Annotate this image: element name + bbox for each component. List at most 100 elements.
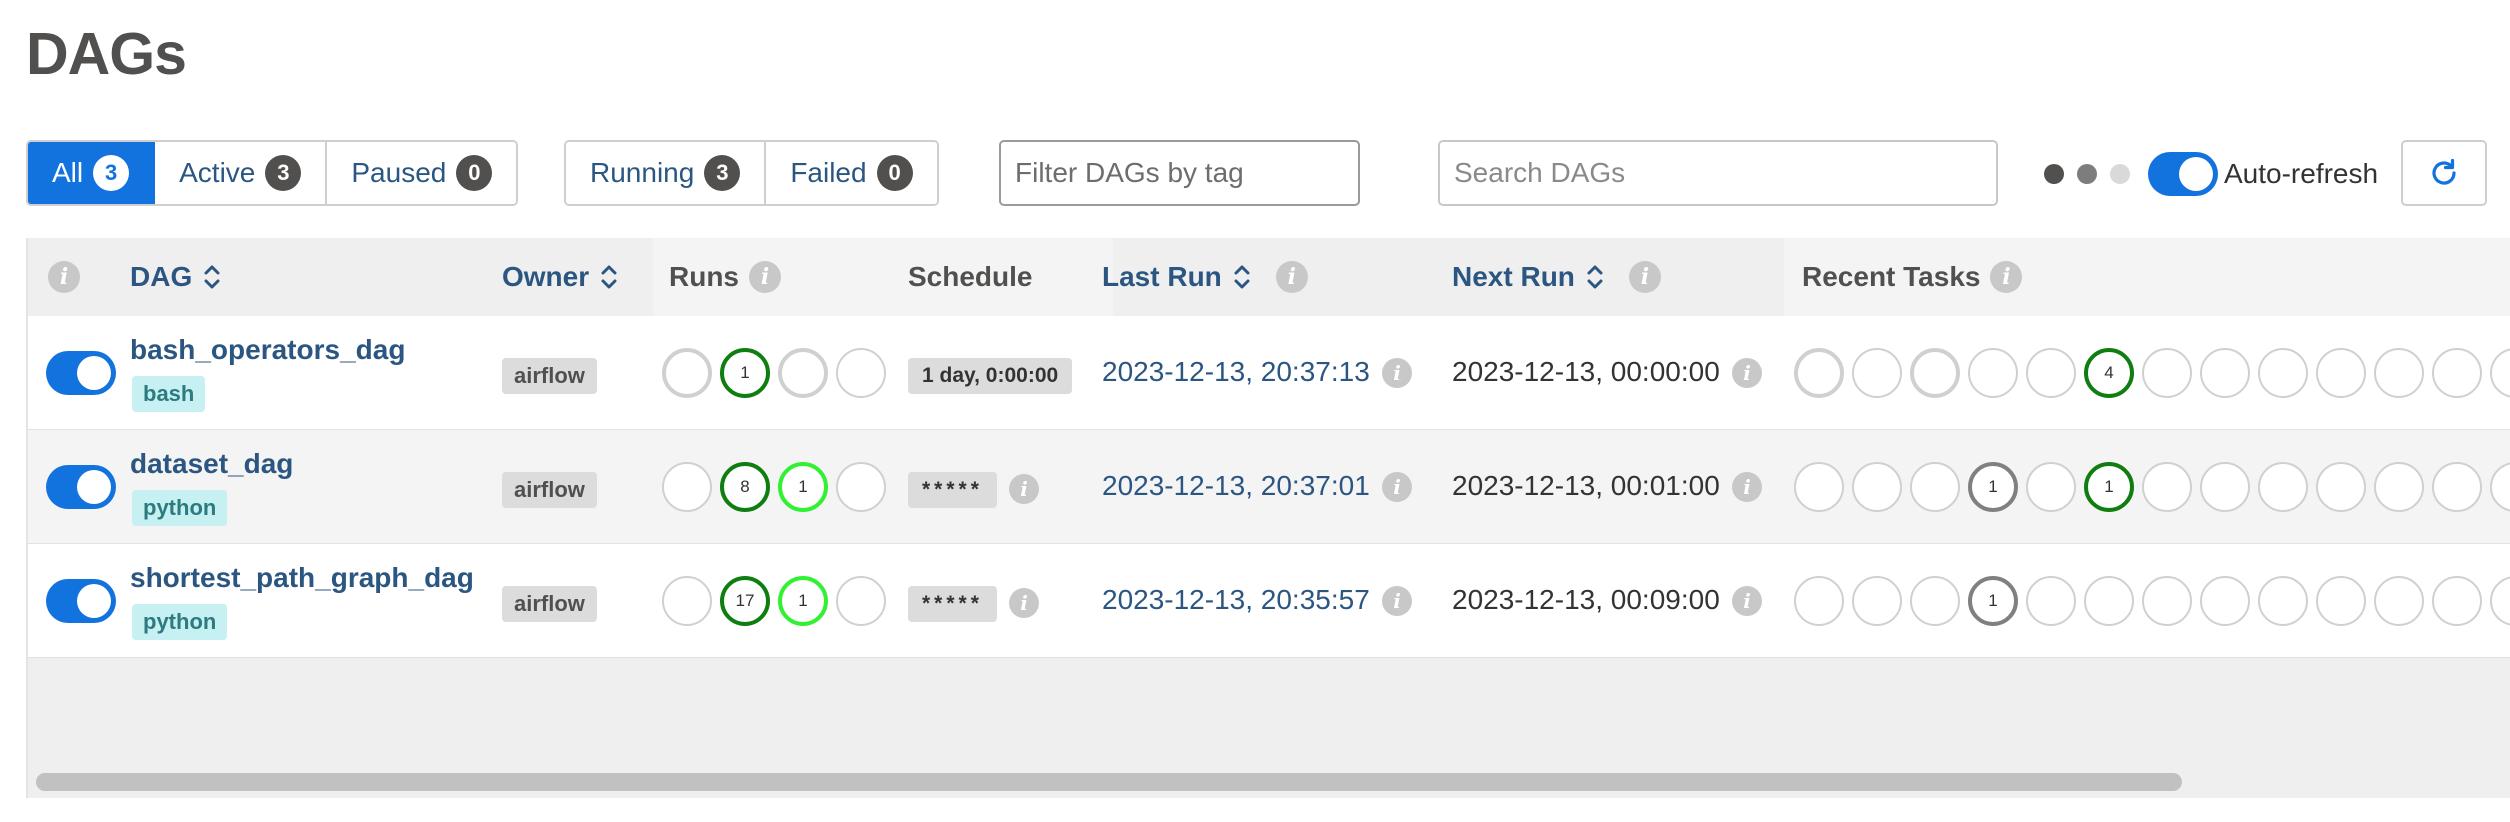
- task-state-circle[interactable]: [2316, 462, 2366, 512]
- task-state-circle[interactable]: [2258, 462, 2308, 512]
- info-icon[interactable]: i: [1275, 261, 1308, 293]
- run-state-circle[interactable]: [778, 348, 828, 398]
- task-state-circle[interactable]: 4: [2084, 348, 2134, 398]
- info-icon[interactable]: i: [1732, 358, 1762, 388]
- task-state-circle[interactable]: 1: [1968, 576, 2018, 626]
- task-state-circle[interactable]: [1794, 348, 1844, 398]
- task-state-circle[interactable]: [2374, 462, 2424, 512]
- info-icon[interactable]: i: [1628, 261, 1661, 293]
- run-state-circle[interactable]: 1: [778, 462, 828, 512]
- run-state-circle[interactable]: [836, 576, 886, 626]
- header-last-run[interactable]: Last Run i: [1102, 238, 1308, 316]
- info-icon[interactable]: i: [1990, 261, 2023, 293]
- auto-refresh-control: Auto-refresh: [2148, 152, 2378, 196]
- info-icon[interactable]: i: [1382, 472, 1412, 502]
- task-state-circle[interactable]: [1852, 576, 1902, 626]
- dag-tag[interactable]: python: [132, 604, 228, 640]
- recent-tasks-circles: 4: [1794, 348, 2510, 398]
- task-state-circle[interactable]: [2142, 576, 2192, 626]
- task-state-circle[interactable]: [1968, 348, 2018, 398]
- task-state-circle[interactable]: [2490, 462, 2510, 512]
- task-state-circle[interactable]: [2374, 576, 2424, 626]
- info-icon[interactable]: i: [1732, 586, 1762, 616]
- task-state-circle[interactable]: [1910, 576, 1960, 626]
- run-state-circle[interactable]: [662, 462, 712, 512]
- task-state-circle[interactable]: [2026, 576, 2076, 626]
- task-state-circle[interactable]: [2200, 576, 2250, 626]
- task-state-circle[interactable]: [2432, 348, 2482, 398]
- filter-failed-button[interactable]: Failed 0: [766, 142, 937, 204]
- recent-tasks-circles: 1 1: [1794, 462, 2510, 512]
- task-state-circle[interactable]: [2374, 348, 2424, 398]
- sort-icon: [204, 265, 220, 289]
- last-run-link[interactable]: 2023-12-13, 20:37:13: [1102, 356, 1370, 388]
- run-state-circle[interactable]: [836, 348, 886, 398]
- run-state-circle[interactable]: 1: [778, 576, 828, 626]
- task-state-circle[interactable]: 1: [1968, 462, 2018, 512]
- task-state-circle[interactable]: [1910, 462, 1960, 512]
- refresh-button[interactable]: [2401, 140, 2487, 206]
- task-state-circle[interactable]: [2258, 348, 2308, 398]
- task-state-circle[interactable]: [2258, 576, 2308, 626]
- task-state-circle[interactable]: [2200, 348, 2250, 398]
- header-dag[interactable]: DAG: [130, 238, 222, 316]
- dag-name-link[interactable]: shortest_path_graph_dag: [130, 562, 474, 594]
- header-owner[interactable]: Owner: [502, 238, 619, 316]
- filter-running-button[interactable]: Running 3: [566, 142, 767, 204]
- dag-name-link[interactable]: bash_operators_dag: [130, 334, 405, 366]
- task-state-circle[interactable]: 1: [2084, 462, 2134, 512]
- task-state-circle[interactable]: [1852, 348, 1902, 398]
- run-state-circle[interactable]: 8: [720, 462, 770, 512]
- info-icon[interactable]: i: [1009, 474, 1039, 504]
- task-state-circle[interactable]: [1910, 348, 1960, 398]
- last-run-link[interactable]: 2023-12-13, 20:35:57: [1102, 584, 1370, 616]
- task-state-circle[interactable]: [2432, 576, 2482, 626]
- dag-tag[interactable]: python: [132, 490, 228, 526]
- filter-running-count: 3: [704, 155, 741, 191]
- task-state-circle[interactable]: [2490, 576, 2510, 626]
- loading-dot: [2044, 164, 2064, 184]
- search-input[interactable]: [1438, 140, 1998, 206]
- info-icon[interactable]: i: [1382, 586, 1412, 616]
- owner-badge: airflow: [502, 586, 597, 622]
- run-state-circle[interactable]: [836, 462, 886, 512]
- dag-pause-toggle[interactable]: [46, 465, 116, 509]
- task-state-circle[interactable]: [2084, 576, 2134, 626]
- task-state-circle[interactable]: [1852, 462, 1902, 512]
- info-icon[interactable]: i: [1009, 588, 1039, 618]
- info-icon[interactable]: i: [48, 261, 80, 293]
- dag-name-link[interactable]: dataset_dag: [130, 448, 293, 480]
- sort-icon: [1587, 265, 1603, 289]
- next-run-value: 2023-12-13, 00:01:00: [1452, 470, 1720, 501]
- run-state-circle[interactable]: [662, 576, 712, 626]
- dag-tag[interactable]: bash: [132, 376, 206, 412]
- task-state-circle[interactable]: [1794, 576, 1844, 626]
- last-run-link[interactable]: 2023-12-13, 20:37:01: [1102, 470, 1370, 502]
- filter-all-button[interactable]: All 3: [28, 142, 156, 204]
- dag-pause-toggle[interactable]: [46, 579, 116, 623]
- filter-paused-button[interactable]: Paused 0: [327, 142, 517, 204]
- task-state-circle[interactable]: [2142, 462, 2192, 512]
- task-state-circle[interactable]: [2026, 348, 2076, 398]
- info-icon[interactable]: i: [749, 261, 781, 293]
- loading-indicator: [2044, 164, 2130, 184]
- task-state-circle[interactable]: [2316, 576, 2366, 626]
- task-state-circle[interactable]: [1794, 462, 1844, 512]
- header-next-run[interactable]: Next Run i: [1452, 238, 1661, 316]
- scrollbar-thumb[interactable]: [36, 773, 2182, 791]
- tag-filter-input[interactable]: [999, 140, 1360, 206]
- dag-pause-toggle[interactable]: [46, 351, 116, 395]
- info-icon[interactable]: i: [1732, 472, 1762, 502]
- task-state-circle[interactable]: [2026, 462, 2076, 512]
- filter-active-button[interactable]: Active 3: [155, 142, 328, 204]
- run-state-circle[interactable]: [662, 348, 712, 398]
- task-state-circle[interactable]: [2316, 348, 2366, 398]
- task-state-circle[interactable]: [2200, 462, 2250, 512]
- auto-refresh-toggle[interactable]: [2148, 152, 2218, 196]
- task-state-circle[interactable]: [2490, 348, 2510, 398]
- info-icon[interactable]: i: [1382, 358, 1412, 388]
- task-state-circle[interactable]: [2142, 348, 2192, 398]
- run-state-circle[interactable]: 17: [720, 576, 770, 626]
- task-state-circle[interactable]: [2432, 462, 2482, 512]
- run-state-circle[interactable]: 1: [720, 348, 770, 398]
